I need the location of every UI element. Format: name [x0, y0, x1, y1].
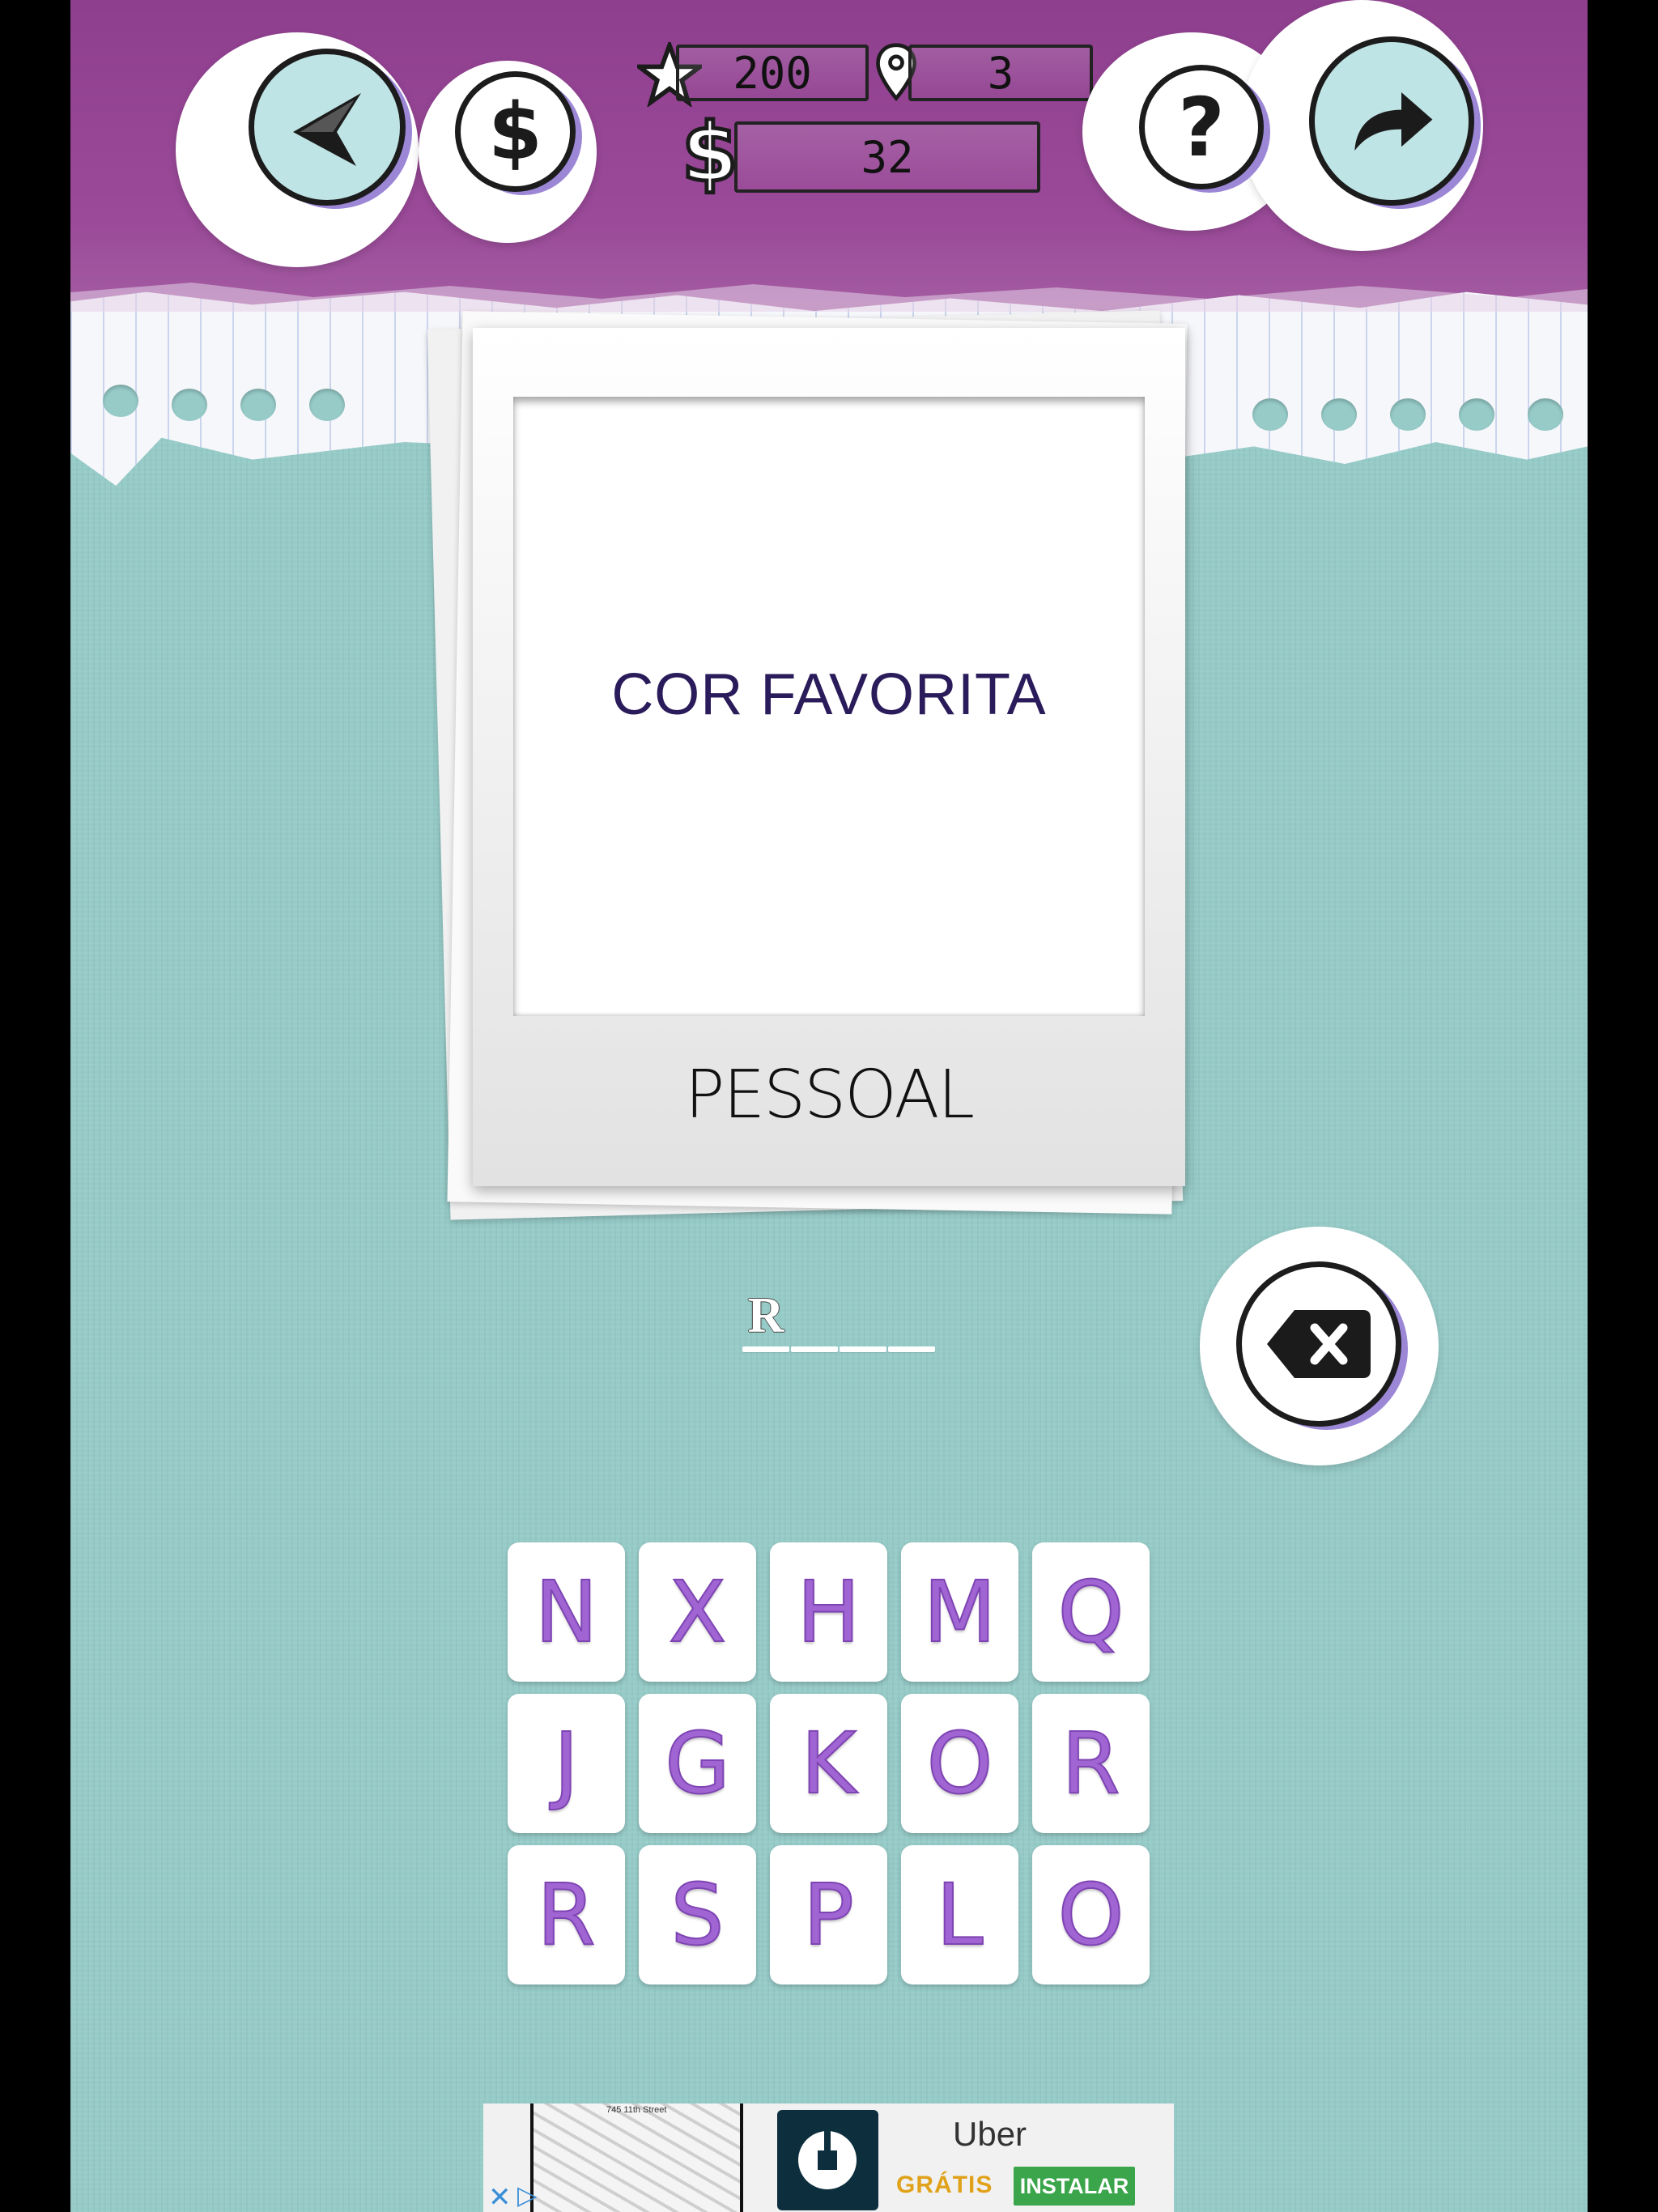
letter-tile[interactable]: R [1032, 1694, 1150, 1833]
polaroid-card: COR FAVORITA PESSOAL [473, 328, 1185, 1186]
letter-tile[interactable]: M [901, 1542, 1018, 1682]
paper-hole [1390, 398, 1426, 431]
letter-tile[interactable]: L [901, 1845, 1018, 1984]
ad-map-image: 745 11th Street [530, 2104, 743, 2212]
answer-slot[interactable] [840, 1287, 886, 1352]
uber-logo-icon [777, 2110, 878, 2210]
ad-banner[interactable]: 745 11th Street ✕ ▷ Uber GRÁTIS INSTALAR [483, 2104, 1174, 2212]
paper-hole [1459, 398, 1494, 431]
letter-tile[interactable]: J [508, 1694, 625, 1833]
answer-slot[interactable] [888, 1287, 935, 1352]
letter-tile[interactable]: X [639, 1542, 756, 1682]
paper-hole [103, 385, 138, 417]
back-button[interactable] [249, 49, 406, 206]
stars-value: 200 [733, 47, 812, 99]
paper-hole [1528, 398, 1563, 431]
dollar-icon: $ [680, 104, 741, 202]
letter-tile[interactable]: S [639, 1845, 756, 1984]
paper-hole [240, 389, 276, 421]
letter-tile[interactable]: G [639, 1694, 756, 1833]
ad-map-street: 745 11th Street [606, 2105, 667, 2115]
ad-title: Uber [953, 2115, 1027, 2153]
skip-arrow-icon [1354, 91, 1433, 151]
ad-free-label: GRÁTIS [896, 2172, 993, 2198]
coins-counter: 32 [734, 121, 1040, 193]
backspace-icon [1267, 1310, 1371, 1378]
coins-value: 32 [861, 131, 914, 183]
letter-tile[interactable]: K [770, 1694, 887, 1833]
letter-tile[interactable]: O [1032, 1845, 1150, 1984]
paper-hole [172, 389, 207, 421]
locations-value: 3 [987, 47, 1014, 99]
letter-tile[interactable]: H [770, 1542, 887, 1682]
letter-tile[interactable]: R [508, 1845, 625, 1984]
dollar-icon: $ [488, 86, 542, 177]
ad-close-icon[interactable]: ✕ [488, 2181, 512, 2212]
paper-hole [1321, 398, 1357, 431]
skip-button[interactable] [1309, 36, 1474, 206]
stars-counter: 200 [676, 45, 869, 101]
letter-tile[interactable]: P [770, 1845, 887, 1984]
paper-hole [309, 389, 345, 421]
question-icon: ? [1177, 79, 1225, 175]
answer-slots: R [742, 1287, 1010, 1352]
answer-slot[interactable] [791, 1287, 838, 1352]
game-screen: $ 200 3 $ 32 ? COR FAVORITA PESSOAL R N … [70, 0, 1588, 2212]
back-arrow-icon [293, 93, 361, 166]
letter-tile[interactable]: O [901, 1694, 1018, 1833]
answer-slot[interactable]: R [742, 1287, 789, 1352]
clue-photo: COR FAVORITA [513, 397, 1145, 1016]
locations-counter: 3 [908, 45, 1093, 101]
ad-install-button[interactable]: INSTALAR [1014, 2167, 1135, 2206]
category-label: PESSOAL [684, 1057, 975, 1134]
delete-letter-button[interactable] [1236, 1261, 1401, 1427]
coins-shop-button[interactable]: $ [455, 71, 576, 192]
letter-tile[interactable]: Q [1032, 1542, 1150, 1682]
ad-choices-icon[interactable]: ▷ [517, 2180, 538, 2210]
letter-tile[interactable]: N [508, 1542, 625, 1682]
help-button[interactable]: ? [1139, 65, 1264, 189]
clue-text: COR FAVORITA [611, 661, 1047, 727]
paper-hole [1252, 398, 1288, 431]
